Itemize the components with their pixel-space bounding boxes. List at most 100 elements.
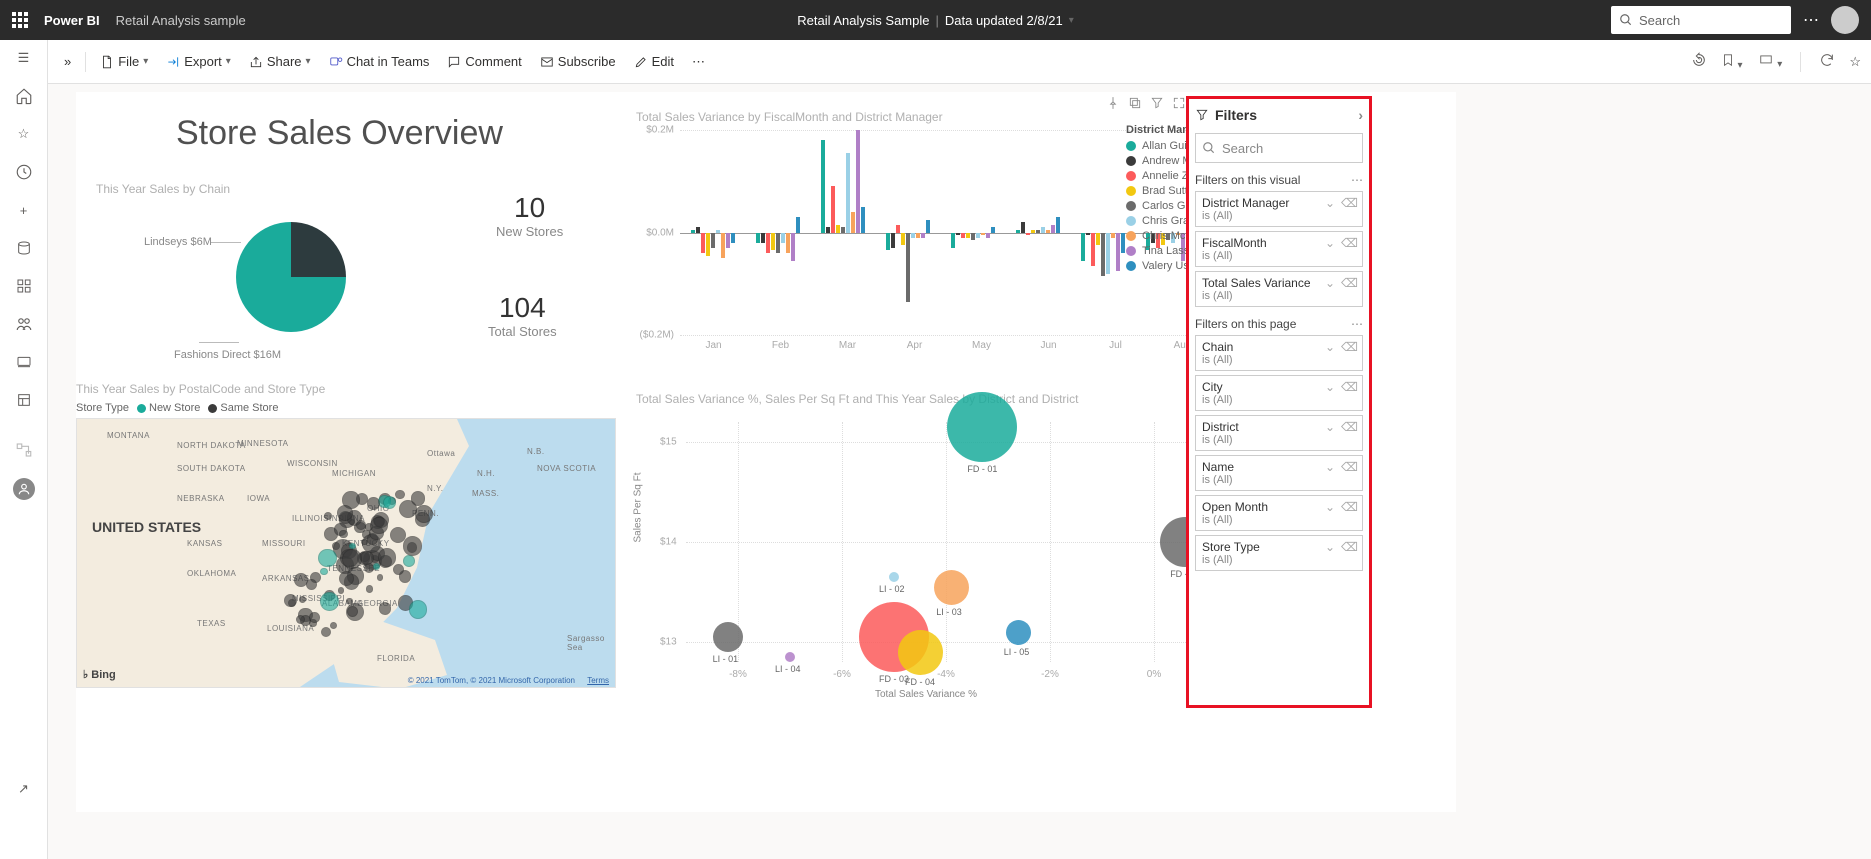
share-menu[interactable]: Share▾ [241, 50, 319, 73]
pie-title: This Year Sales by Chain [96, 182, 436, 196]
filter-card[interactable]: FiscalMonth is (All) ⌄⌫ [1195, 231, 1363, 267]
section-more-icon[interactable]: ⋯ [1351, 317, 1363, 331]
filters-search-input[interactable]: Search [1195, 133, 1363, 163]
eraser-icon[interactable]: ⌫ [1341, 276, 1358, 290]
favorite-icon[interactable]: ☆ [14, 124, 34, 144]
pie-label-lindseys: Lindseys $6M [144, 236, 212, 248]
expand-icon[interactable]: ↗ [14, 779, 34, 799]
map-attribution: © 2021 TomTom, © 2021 Microsoft Corporat… [408, 676, 575, 685]
eraser-icon[interactable]: ⌫ [1341, 460, 1358, 474]
pie-visual[interactable]: This Year Sales by Chain Lindseys $6M Fa… [96, 182, 436, 372]
chevron-down-icon[interactable]: ⌄ [1325, 460, 1335, 474]
pie-chart [236, 222, 346, 332]
apps-icon[interactable] [14, 276, 34, 296]
map-terms-link[interactable]: Terms [587, 676, 609, 685]
learn-icon[interactable] [14, 352, 34, 372]
app-launcher-icon[interactable] [12, 12, 28, 28]
eraser-icon[interactable]: ⌫ [1341, 500, 1358, 514]
chevron-right-icon[interactable]: › [1358, 107, 1363, 123]
bar-chart-title: Total Sales Variance by FiscalMonth and … [636, 110, 1216, 124]
filter-card[interactable]: Total Sales Variance is (All) ⌄⌫ [1195, 271, 1363, 307]
brand-label: Power BI [44, 13, 100, 28]
chevron-down-icon[interactable]: ⌄ [1325, 340, 1335, 354]
chevron-down-icon[interactable]: ⌄ [1325, 236, 1335, 250]
scatter-y-title: Sales Per Sq Ft [633, 472, 644, 542]
scatter-visual[interactable]: Total Sales Variance %, Sales Per Sq Ft … [636, 392, 1216, 702]
filter-card[interactable]: City is (All) ⌄⌫ [1195, 375, 1363, 411]
comment-button[interactable]: Comment [439, 50, 529, 73]
report-title: Retail Analysis Sample [797, 13, 929, 28]
map-us-label: UNITED STATES [92, 519, 201, 535]
eraser-icon[interactable]: ⌫ [1341, 196, 1358, 210]
search-placeholder: Search [1639, 13, 1680, 28]
subscribe-button[interactable]: Subscribe [532, 50, 624, 73]
chevron-down-icon[interactable]: ⌄ [1325, 276, 1335, 290]
more-toolbar-icon[interactable]: ⋯ [684, 50, 713, 74]
chevron-down-icon[interactable]: ⌄ [1325, 420, 1335, 434]
map[interactable]: UNITED STATES ♭ Bing © 2021 TomTom, © 20… [76, 418, 616, 688]
chevron-expand-icon[interactable]: » [56, 50, 79, 73]
card-label: New Stores [496, 224, 563, 239]
command-bar: » File▾ Export▾ Share▾ Chat in Teams Com… [48, 40, 1871, 84]
card-label: Total Stores [488, 324, 557, 339]
filter-card[interactable]: Chain is (All) ⌄⌫ [1195, 335, 1363, 371]
file-menu[interactable]: File▾ [92, 50, 156, 73]
export-menu[interactable]: Export▾ [158, 50, 239, 73]
eraser-icon[interactable]: ⌫ [1341, 380, 1358, 394]
view-icon[interactable]: ▾ [1757, 53, 1783, 70]
pipelines-icon[interactable] [14, 440, 34, 460]
section-more-icon[interactable]: ⋯ [1351, 173, 1363, 187]
filters-pane: Filters › Search Filters on this visual ⋯… [1186, 96, 1372, 708]
create-icon[interactable]: + [14, 200, 34, 220]
filter-card[interactable]: Open Month is (All) ⌄⌫ [1195, 495, 1363, 531]
left-nav-rail: ☰ ☆ + ↗ [0, 40, 48, 859]
my-workspace-icon[interactable] [13, 478, 35, 500]
star-icon[interactable]: ☆ [1849, 54, 1861, 70]
refresh-icon[interactable] [1819, 52, 1835, 71]
card-value: 10 [496, 192, 563, 224]
map-title: This Year Sales by PostalCode and Store … [76, 382, 636, 396]
page-title: Store Sales Overview [176, 114, 503, 153]
chat-teams-button[interactable]: Chat in Teams [321, 50, 438, 73]
workspaces-icon[interactable] [14, 390, 34, 410]
scatter-x-title: Total Sales Variance % [875, 689, 977, 700]
reset-icon[interactable] [1691, 52, 1707, 71]
card-new-stores[interactable]: 10 New Stores [496, 192, 563, 239]
global-search-input[interactable]: Search [1611, 6, 1791, 34]
title-center[interactable]: Retail Analysis Sample | Data updated 2/… [797, 13, 1073, 28]
chevron-down-icon[interactable]: ⌄ [1325, 196, 1335, 210]
edit-button[interactable]: Edit [626, 50, 682, 73]
bing-logo: ♭ Bing [83, 668, 116, 681]
filter-card[interactable]: District is (All) ⌄⌫ [1195, 415, 1363, 451]
eraser-icon[interactable]: ⌫ [1341, 236, 1358, 250]
data-updated-label: Data updated 2/8/21 [945, 13, 1063, 28]
eraser-icon[interactable]: ⌫ [1341, 420, 1358, 434]
scatter-title: Total Sales Variance %, Sales Per Sq Ft … [636, 392, 1216, 406]
home-icon[interactable] [14, 86, 34, 106]
filter-card[interactable]: Name is (All) ⌄⌫ [1195, 455, 1363, 491]
bookmark-icon[interactable]: ▾ [1721, 52, 1743, 71]
shared-icon[interactable] [14, 314, 34, 334]
eraser-icon[interactable]: ⌫ [1341, 340, 1358, 354]
user-avatar[interactable] [1831, 6, 1859, 34]
hamburger-icon[interactable]: ☰ [14, 48, 34, 68]
more-icon[interactable]: ⋯ [1803, 10, 1819, 30]
filter-card[interactable]: District Manager is (All) ⌄⌫ [1195, 191, 1363, 227]
datasets-icon[interactable] [14, 238, 34, 258]
recent-icon[interactable] [14, 162, 34, 182]
chevron-down-icon[interactable]: ⌄ [1325, 500, 1335, 514]
map-visual[interactable]: This Year Sales by PostalCode and Store … [76, 382, 636, 688]
chevron-down-icon[interactable]: ⌄ [1325, 540, 1335, 554]
filters-visual-section: Filters on this visual [1195, 173, 1300, 187]
filters-title: Filters [1215, 107, 1257, 123]
report-canvas: Store Sales Overview ⋯ This Year Sales b… [48, 84, 1871, 859]
filter-funnel-icon [1195, 108, 1209, 122]
chevron-down-icon: ▾ [1069, 15, 1074, 26]
chevron-down-icon[interactable]: ⌄ [1325, 380, 1335, 394]
pie-label-fashions: Fashions Direct $16M [174, 349, 281, 361]
filter-card[interactable]: Store Type is (All) ⌄⌫ [1195, 535, 1363, 571]
card-total-stores[interactable]: 104 Total Stores [488, 292, 557, 339]
eraser-icon[interactable]: ⌫ [1341, 540, 1358, 554]
filters-page-section: Filters on this page [1195, 317, 1296, 331]
topbar: Power BI Retail Analysis sample Retail A… [0, 0, 1871, 40]
